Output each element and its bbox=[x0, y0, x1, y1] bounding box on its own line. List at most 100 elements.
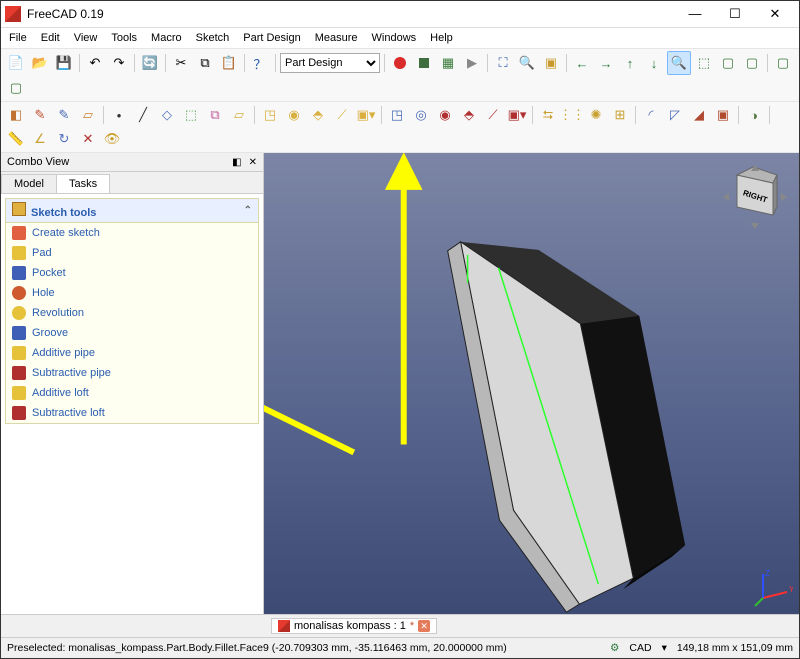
menu-tools[interactable]: Tools bbox=[105, 30, 143, 46]
additive-primitive-icon[interactable]: ▣▾ bbox=[355, 104, 377, 126]
new-file-icon[interactable]: 📄 bbox=[5, 52, 27, 74]
revolution-icon[interactable]: ◉ bbox=[283, 104, 305, 126]
macro-list-icon[interactable]: ▦ bbox=[437, 52, 459, 74]
menu-part-design[interactable]: Part Design bbox=[237, 30, 306, 46]
macro-record-icon[interactable] bbox=[389, 52, 411, 74]
panel-float-icon[interactable]: ◧ bbox=[232, 157, 241, 168]
chamfer-icon[interactable]: ◸ bbox=[664, 104, 686, 126]
tab-tasks[interactable]: Tasks bbox=[56, 174, 110, 193]
thickness-icon[interactable]: ▣ bbox=[712, 104, 734, 126]
menu-sketch[interactable]: Sketch bbox=[190, 30, 236, 46]
boolean-icon[interactable]: ◑ bbox=[743, 104, 765, 126]
groove-icon[interactable]: ◉ bbox=[434, 104, 456, 126]
tool-pad[interactable]: Pad bbox=[6, 243, 258, 263]
iso-view-icon[interactable]: ⬚ bbox=[693, 52, 715, 74]
sketch-icon[interactable]: ✎ bbox=[29, 104, 51, 126]
measure-linear-icon[interactable]: 📏 bbox=[5, 128, 27, 150]
fillet-icon[interactable]: ◜ bbox=[640, 104, 662, 126]
pad-icon[interactable]: ◳ bbox=[259, 104, 281, 126]
macro-stop-icon[interactable] bbox=[413, 52, 435, 74]
menu-windows[interactable]: Windows bbox=[366, 30, 423, 46]
workbench-selector[interactable]: Part Design bbox=[280, 53, 380, 73]
line-icon[interactable]: ╱ bbox=[132, 104, 154, 126]
subtractive-loft-icon[interactable]: ⬘ bbox=[458, 104, 480, 126]
paste-icon[interactable]: 📋 bbox=[218, 52, 240, 74]
undo-icon[interactable]: ↶ bbox=[84, 52, 106, 74]
panel-close-icon[interactable]: ✕ bbox=[249, 157, 257, 168]
multitransform-icon[interactable]: ⊞ bbox=[609, 104, 631, 126]
menu-macro[interactable]: Macro bbox=[145, 30, 188, 46]
separator bbox=[381, 106, 382, 124]
front-view-icon[interactable]: ▢ bbox=[717, 52, 739, 74]
3d-viewport[interactable]: RIGHT Y Z bbox=[264, 153, 799, 614]
open-file-icon[interactable]: 📂 bbox=[29, 52, 51, 74]
tab-model[interactable]: Model bbox=[1, 174, 57, 193]
mirror-icon[interactable]: ⮀ bbox=[537, 104, 559, 126]
pocket-icon[interactable]: ◳ bbox=[386, 104, 408, 126]
menu-help[interactable]: Help bbox=[424, 30, 459, 46]
separator bbox=[767, 54, 768, 72]
measure-refresh-icon[interactable]: ↻ bbox=[53, 128, 75, 150]
shape-binder-icon[interactable]: ◇ bbox=[156, 104, 178, 126]
subtractive-pipe-icon[interactable]: ⟋ bbox=[482, 104, 504, 126]
clone-icon[interactable]: ⧉ bbox=[204, 104, 226, 126]
right-view-icon[interactable]: ▢ bbox=[772, 52, 794, 74]
whats-this-icon[interactable]: ？ bbox=[249, 52, 271, 74]
save-file-icon[interactable]: 💾 bbox=[53, 52, 75, 74]
tool-pocket[interactable]: Pocket bbox=[6, 263, 258, 283]
collapse-icon[interactable]: ⌃ bbox=[244, 205, 252, 216]
menu-measure[interactable]: Measure bbox=[309, 30, 364, 46]
maximize-button[interactable]: ☐ bbox=[715, 3, 755, 25]
edit-sketch-icon[interactable]: ✎ bbox=[53, 104, 75, 126]
rear-view-icon[interactable]: ▢ bbox=[5, 77, 27, 99]
tool-subtractive-loft[interactable]: Subtractive loft bbox=[6, 403, 258, 423]
polar-pattern-icon[interactable]: ✺ bbox=[585, 104, 607, 126]
tool-subtractive-pipe[interactable]: Subtractive pipe bbox=[6, 363, 258, 383]
minimize-button[interactable]: — bbox=[675, 3, 715, 25]
menu-file[interactable]: File bbox=[3, 30, 33, 46]
draft-icon[interactable]: ◢ bbox=[688, 104, 710, 126]
linear-pattern-icon[interactable]: ⋮⋮ bbox=[561, 104, 583, 126]
measure-toggle-icon[interactable]: 👁 bbox=[101, 128, 123, 150]
cut-icon[interactable]: ✂ bbox=[170, 52, 192, 74]
tool-label: Subtractive loft bbox=[32, 407, 105, 419]
tool-additive-pipe[interactable]: Additive pipe bbox=[6, 343, 258, 363]
tool-additive-loft[interactable]: Additive loft bbox=[6, 383, 258, 403]
tool-hole[interactable]: Hole bbox=[6, 283, 258, 303]
top-view-icon[interactable]: ▢ bbox=[741, 52, 763, 74]
hole-icon[interactable]: ◎ bbox=[410, 104, 432, 126]
measure-angular-icon[interactable]: ∠ bbox=[29, 128, 51, 150]
close-button[interactable]: ✕ bbox=[755, 3, 795, 25]
sketch-tools-header[interactable]: Sketch tools ⌃ bbox=[6, 199, 258, 223]
sketch-tools-group: Sketch tools ⌃ Create sketchPadPocketHol… bbox=[5, 198, 259, 424]
datum-plane-icon[interactable]: ▱ bbox=[228, 104, 250, 126]
tool-revolution[interactable]: Revolution bbox=[6, 303, 258, 323]
tool-create-sketch[interactable]: Create sketch bbox=[6, 223, 258, 243]
menu-edit[interactable]: Edit bbox=[35, 30, 66, 46]
arrow-up-icon[interactable]: ↑ bbox=[619, 52, 641, 74]
menubar: File Edit View Tools Macro Sketch Part D… bbox=[1, 28, 799, 49]
fit-selection-icon[interactable]: 🔍 bbox=[516, 52, 538, 74]
map-sketch-icon[interactable]: ▱ bbox=[77, 104, 99, 126]
additive-loft-icon[interactable]: ⬘ bbox=[307, 104, 329, 126]
redo-icon[interactable]: ↷ bbox=[108, 52, 130, 74]
copy-icon[interactable]: ⧉ bbox=[194, 52, 216, 74]
zoom-box-icon[interactable]: 🔍 bbox=[667, 51, 691, 75]
measure-clear-icon[interactable]: ✕ bbox=[77, 128, 99, 150]
tool-groove[interactable]: Groove bbox=[6, 323, 258, 343]
tool-icon bbox=[12, 226, 26, 240]
menu-view[interactable]: View bbox=[68, 30, 104, 46]
arrow-down-icon[interactable]: ↓ bbox=[643, 52, 665, 74]
sub-shape-binder-icon[interactable]: ⬚ bbox=[180, 104, 202, 126]
point-icon[interactable]: • bbox=[108, 104, 130, 126]
body-icon[interactable]: ◧ bbox=[5, 104, 27, 126]
macro-play-icon[interactable]: ▶ bbox=[461, 52, 483, 74]
subtractive-primitive-icon[interactable]: ▣▾ bbox=[506, 104, 528, 126]
refresh-icon[interactable]: 🔄 bbox=[139, 52, 161, 74]
navigation-cube[interactable]: RIGHT bbox=[719, 161, 791, 233]
fit-all-icon[interactable]: ⛶ bbox=[492, 52, 514, 74]
additive-pipe-icon[interactable]: ⟋ bbox=[331, 104, 353, 126]
draw-style-icon[interactable]: ▣ bbox=[540, 52, 562, 74]
arrow-right-icon[interactable]: → bbox=[595, 52, 617, 74]
arrow-left-icon[interactable]: ← bbox=[571, 52, 593, 74]
